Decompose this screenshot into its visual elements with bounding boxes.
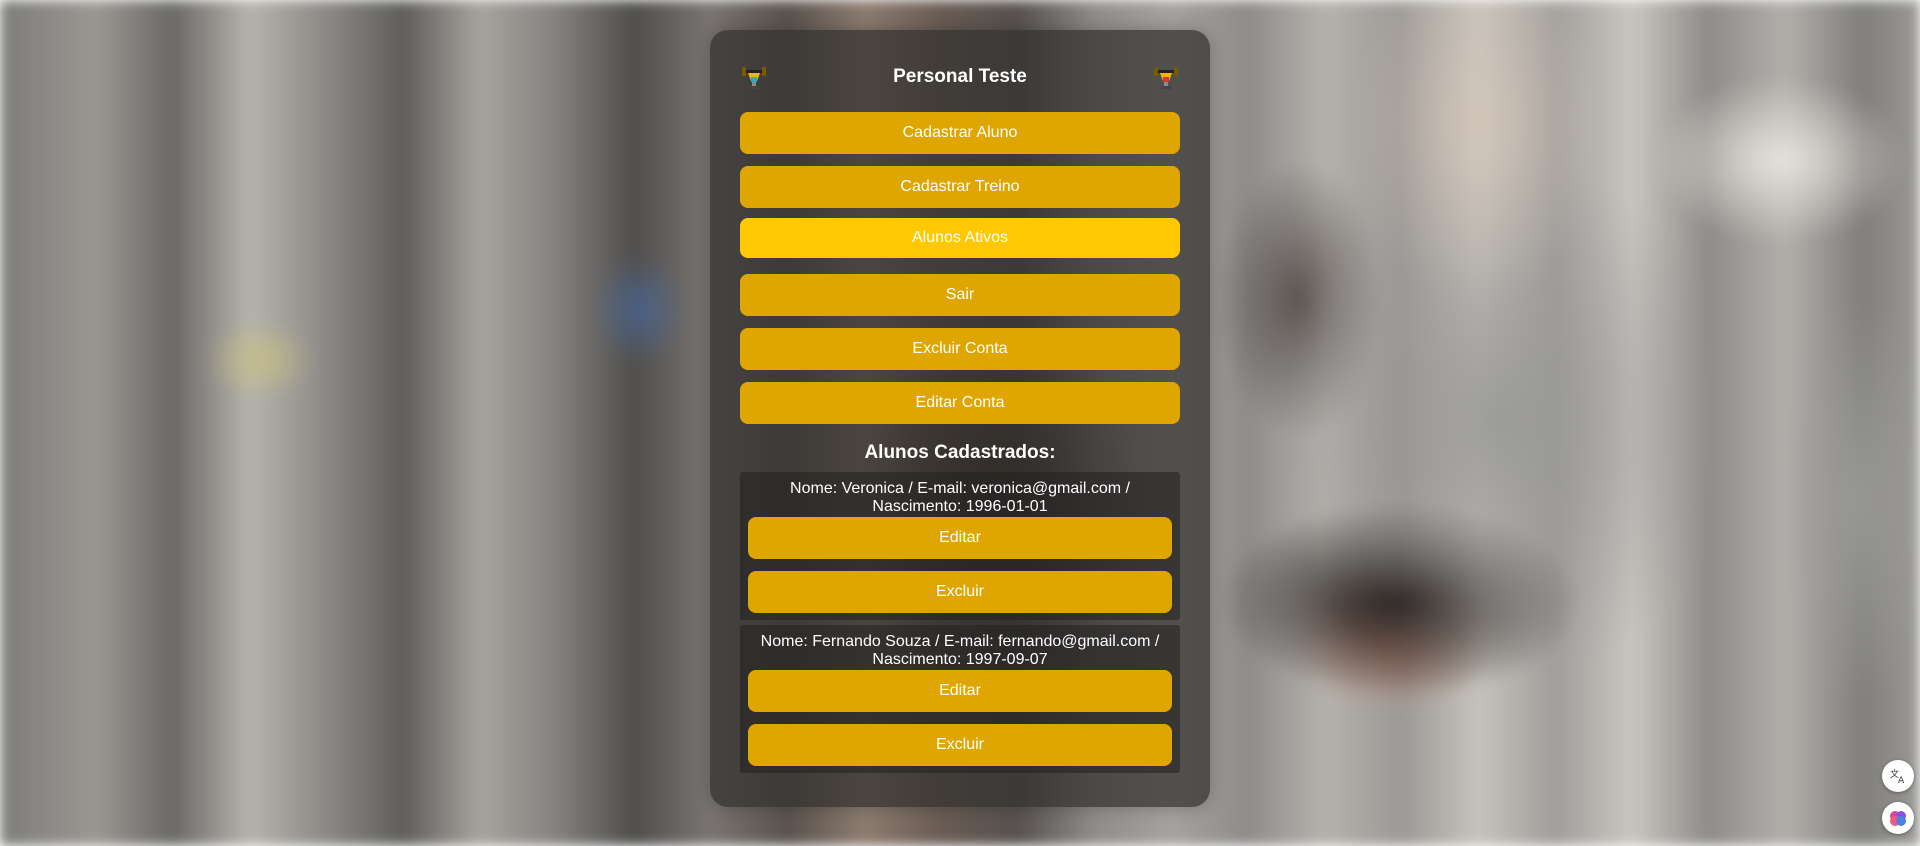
edit-student-button[interactable]: Editar [748, 517, 1172, 559]
students-section-title: Alunos Cadastrados: [864, 442, 1056, 463]
active-students-button[interactable]: Alunos Ativos [740, 218, 1180, 258]
delete-student-button[interactable]: Excluir [748, 571, 1172, 613]
edit-student-button[interactable]: Editar [748, 670, 1172, 712]
student-info-line: Nome: Veronica / E-mail: veronica@gmail.… [790, 480, 1130, 497]
main-panel: Personal Teste Cadastrar Aluno Cadastrar… [710, 30, 1210, 807]
student-card: Nome: Fernando Souza / E-mail: fernando@… [740, 625, 1180, 773]
register-workout-button[interactable]: Cadastrar Treino [740, 166, 1180, 208]
delete-student-button[interactable]: Excluir [748, 724, 1172, 766]
student-birthdate: Nascimento: 1996-01-01 [872, 498, 1048, 515]
panel-header: Personal Teste [740, 60, 1180, 94]
student-birthdate: Nascimento: 1997-09-07 [872, 651, 1048, 668]
logout-button[interactable]: Sair [740, 274, 1180, 316]
translate-icon[interactable]: 文 A [1882, 760, 1914, 792]
student-info: Nome: Veronica / E-mail: veronica@gmail.… [748, 480, 1172, 516]
svg-text:A: A [1898, 776, 1905, 785]
student-info: Nome: Fernando Souza / E-mail: fernando@… [748, 633, 1172, 669]
dumbbell-trophy-icon [1154, 67, 1178, 89]
brain-icon[interactable] [1882, 802, 1914, 834]
student-card: Nome: Veronica / E-mail: veronica@gmail.… [740, 472, 1180, 620]
register-student-button[interactable]: Cadastrar Aluno [740, 112, 1180, 154]
edit-account-button[interactable]: Editar Conta [740, 382, 1180, 424]
student-info-line: Nome: Fernando Souza / E-mail: fernando@… [760, 633, 1160, 650]
delete-account-button[interactable]: Excluir Conta [740, 328, 1180, 370]
page-title: Personal Teste [893, 66, 1027, 87]
brain-glyph-icon [1890, 811, 1906, 826]
translate-glyph-icon: 文 A [1890, 768, 1905, 785]
